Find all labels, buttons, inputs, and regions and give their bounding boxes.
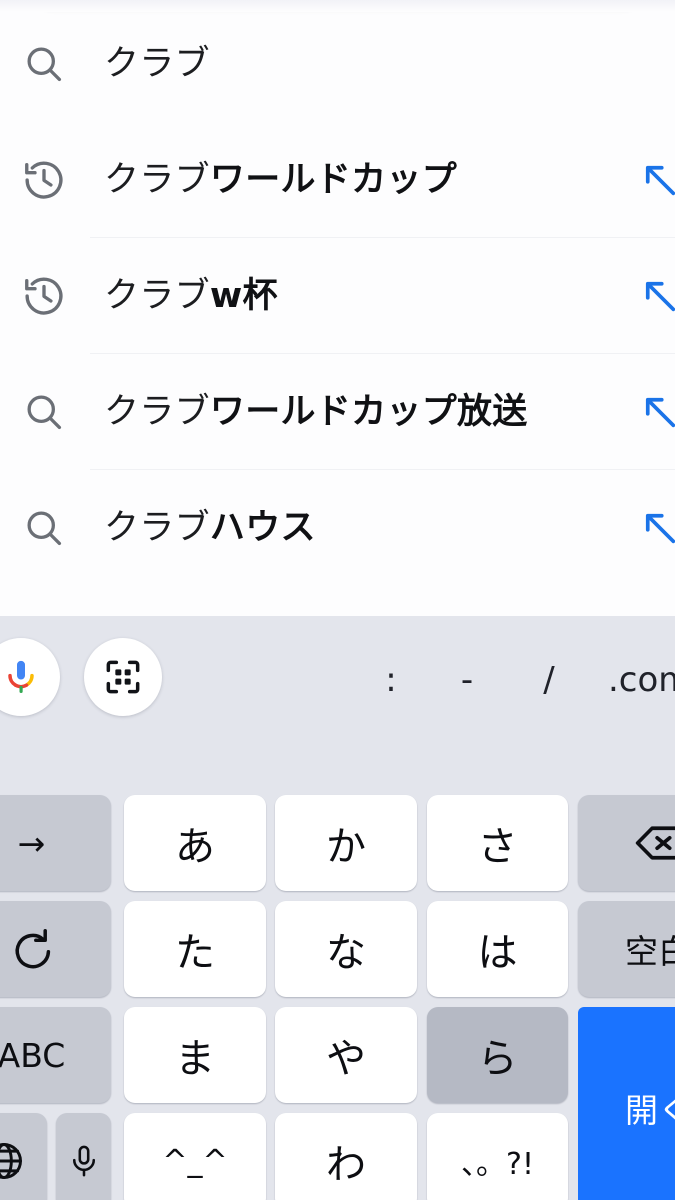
- history-icon: [13, 149, 75, 211]
- key-wa[interactable]: わ: [275, 1113, 417, 1200]
- suggestion-query-part: クラブ: [104, 508, 210, 548]
- keyboard-row: ^_^ わ 、。?!: [0, 1109, 675, 1200]
- key-ma[interactable]: ま: [124, 1007, 266, 1103]
- google-mic-icon[interactable]: [0, 638, 60, 716]
- screen-root: クラブ クラブワールドカップ クラブw杯 クラブワールドカップ放送 クラブハウス…: [0, 0, 675, 1200]
- key-ka[interactable]: か: [275, 795, 417, 891]
- suggestion-row[interactable]: クラブワールドカップ放送: [0, 354, 675, 470]
- key-na[interactable]: な: [275, 901, 417, 997]
- keyboard-key-grid: → あ か さ た な は 空白 ABC ま や ら 開く ^_^ わ 、。?!: [0, 791, 675, 1200]
- suggestion-text: クラブワールドカップ放送: [75, 391, 675, 433]
- suggestion-query-part: クラブ: [104, 44, 210, 84]
- voice-input-key[interactable]: [56, 1113, 111, 1200]
- key-sa[interactable]: さ: [427, 795, 568, 891]
- abc-mode-key[interactable]: ABC: [0, 1007, 111, 1103]
- suggestion-row[interactable]: クラブワールドカップ: [0, 122, 675, 238]
- symbol-key-slash[interactable]: /: [532, 660, 566, 700]
- undo-key[interactable]: [0, 901, 111, 997]
- fill-query-arrow-icon[interactable]: [632, 384, 675, 440]
- punctuation-key[interactable]: 、。?!: [427, 1113, 568, 1200]
- search-icon: [13, 381, 75, 443]
- key-ta[interactable]: た: [124, 901, 266, 997]
- cursor-right-key[interactable]: →: [0, 795, 111, 891]
- symbol-key-hyphen[interactable]: -: [450, 660, 484, 700]
- history-icon: [13, 265, 75, 327]
- key-ra[interactable]: ら: [427, 1007, 568, 1103]
- space-key[interactable]: 空白: [578, 901, 675, 997]
- suggestion-completion-part: ハウス: [209, 508, 316, 548]
- suggestion-list: クラブ クラブワールドカップ クラブw杯 クラブワールドカップ放送 クラブハウス: [0, 6, 675, 586]
- search-suggestions-panel: クラブ クラブワールドカップ クラブw杯 クラブワールドカップ放送 クラブハウス: [0, 0, 675, 616]
- suggestion-text: クラブ: [75, 43, 675, 85]
- suggestion-text: クラブw杯: [75, 275, 675, 317]
- suggestion-query-part: クラブ: [104, 276, 210, 316]
- software-keyboard: : - / .com → あ か さ た な は 空白 ABC ま や ら 開く…: [0, 616, 675, 1200]
- suggestion-text: クラブハウス: [75, 507, 675, 549]
- suggestion-completion-part: w杯: [209, 276, 278, 316]
- suggestion-query-part: クラブ: [104, 160, 210, 200]
- key-a[interactable]: あ: [124, 795, 266, 891]
- keyboard-row: ABC ま や ら 開く: [0, 1003, 675, 1200]
- suggestion-completion-part: ワールドカップ放送: [209, 392, 528, 432]
- suggestion-query-part: クラブ: [104, 392, 210, 432]
- language-switch-key[interactable]: [0, 1113, 47, 1200]
- keyboard-row: → あ か さ: [0, 791, 675, 895]
- emoticon-key[interactable]: ^_^: [124, 1113, 266, 1200]
- suggestion-completion-part: ワールドカップ: [209, 160, 458, 200]
- search-icon: [13, 33, 75, 95]
- suggestion-row[interactable]: クラブ: [0, 6, 675, 122]
- key-ha[interactable]: は: [427, 901, 568, 997]
- backspace-key[interactable]: [578, 795, 675, 891]
- search-icon: [13, 497, 75, 559]
- suggestion-row[interactable]: クラブハウス: [0, 470, 675, 586]
- fill-query-arrow-icon[interactable]: [632, 152, 675, 208]
- suggestion-row[interactable]: クラブw杯: [0, 238, 675, 354]
- fill-query-arrow-icon[interactable]: [632, 268, 675, 324]
- symbol-key-dotcom[interactable]: .com: [608, 660, 675, 700]
- suggestion-text: クラブワールドカップ: [75, 159, 675, 201]
- keyboard-toolbar: : - / .com: [0, 616, 675, 791]
- symbol-key-colon[interactable]: :: [374, 660, 408, 700]
- fill-query-arrow-icon[interactable]: [632, 500, 675, 556]
- keyboard-row: た な は 空白: [0, 897, 675, 1001]
- key-ya[interactable]: や: [275, 1007, 417, 1103]
- lens-scan-icon[interactable]: [84, 638, 162, 716]
